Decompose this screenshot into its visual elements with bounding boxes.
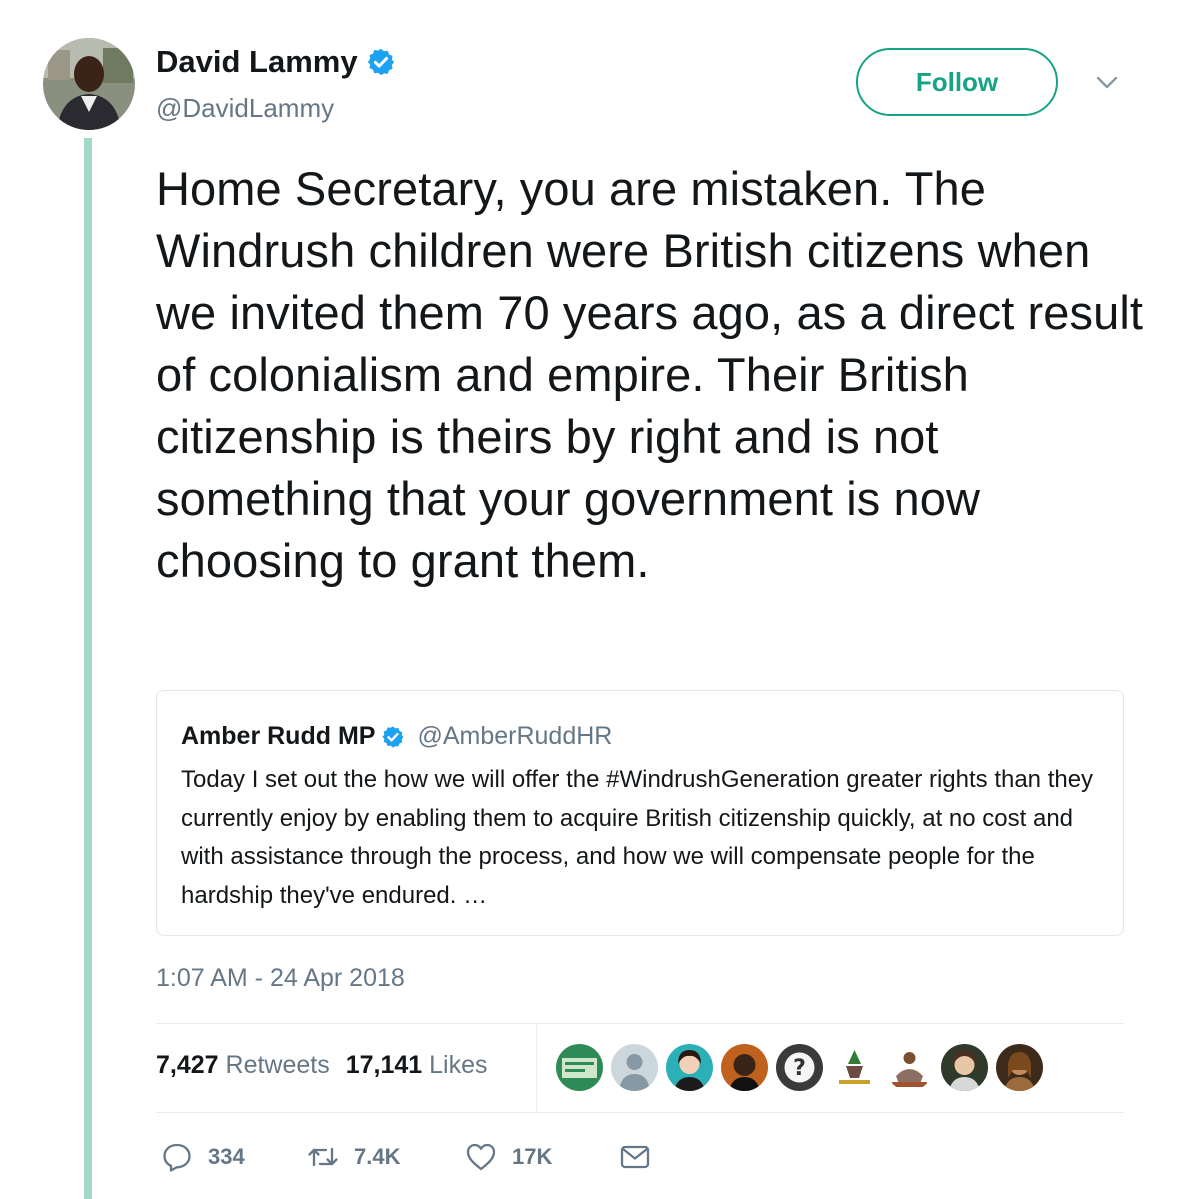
follow-button[interactable]: Follow (856, 48, 1058, 116)
tweet-text: Home Secretary, you are mistaken. The Wi… (156, 162, 1144, 587)
liker-avatar[interactable] (666, 1044, 713, 1091)
thread-line (84, 138, 92, 1199)
direct-message-button[interactable] (618, 1140, 652, 1174)
author-avatar[interactable] (43, 38, 135, 130)
likes-count: 17,141 (345, 1051, 423, 1079)
retweet-icon (308, 1147, 338, 1167)
like-count: 17K (512, 1144, 553, 1169)
tweet-page: David Lammy @DavidLammy Follow Home Secr… (0, 0, 1189, 1199)
tweet-actions: 334 7.4K 17K (160, 1140, 652, 1174)
likes-label: Likes (429, 1051, 488, 1079)
liker-avatar[interactable] (831, 1044, 878, 1091)
retweets-stat[interactable]: 7,427 Retweets (156, 1051, 330, 1079)
verified-badge-icon (381, 725, 405, 749)
divider (156, 1023, 1124, 1024)
retweets-count: 7,427 (156, 1051, 219, 1079)
quoted-tweet-text: Today I set out the how we will offer th… (181, 766, 1094, 909)
author-handle[interactable]: @DavidLammy (156, 93, 334, 124)
author-name[interactable]: David Lammy (156, 44, 358, 80)
heart-icon (466, 1143, 496, 1171)
liker-avatar[interactable] (611, 1044, 658, 1091)
liker-avatar[interactable]: ? (776, 1044, 823, 1091)
divider (156, 1112, 1124, 1113)
liker-avatar[interactable] (556, 1044, 603, 1091)
verified-badge-icon (366, 47, 396, 77)
liker-avatar[interactable] (886, 1044, 933, 1091)
reply-icon (163, 1143, 191, 1172)
quoted-tweet-header: Amber Rudd MP @AmberRuddHR (181, 722, 612, 751)
likers-avatars: ? (556, 1044, 1043, 1091)
tweet-stats: 7,427 Retweets 17,141 Likes (156, 1051, 488, 1080)
liker-avatar[interactable] (721, 1044, 768, 1091)
quoted-tweet-card[interactable]: Amber Rudd MP @AmberRuddHR Today I set o… (156, 690, 1124, 936)
author-name-row: David Lammy (156, 44, 396, 80)
retweet-count: 7.4K (354, 1144, 401, 1169)
stats-separator (536, 1023, 537, 1112)
quoted-author-name: Amber Rudd MP (181, 722, 376, 750)
retweets-label: Retweets (225, 1051, 330, 1079)
quoted-author-handle: @AmberRuddHR (417, 722, 613, 750)
likes-stat[interactable]: 17,141 Likes (346, 1051, 488, 1079)
retweet-button[interactable]: 7.4K (306, 1140, 464, 1174)
reply-button[interactable]: 334 (160, 1140, 306, 1174)
liker-avatar[interactable] (941, 1044, 988, 1091)
liker-avatar[interactable] (996, 1044, 1043, 1091)
svg-text:?: ? (793, 1056, 806, 1081)
envelope-icon (620, 1145, 650, 1169)
like-button[interactable]: 17K (464, 1140, 618, 1174)
tweet-timestamp[interactable]: 1:07 AM - 24 Apr 2018 (156, 964, 405, 993)
reply-count: 334 (208, 1144, 245, 1169)
chevron-down-icon[interactable] (1094, 70, 1120, 96)
